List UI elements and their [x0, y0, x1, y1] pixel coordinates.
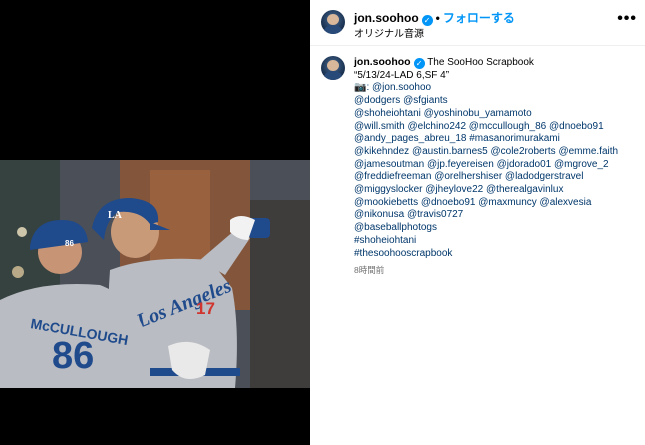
caption-line[interactable]: @mookiebetts @dnoebo91 @maxmuncy @alexve… — [354, 197, 639, 210]
caption-title: The SooHoo Scrapbook — [427, 57, 534, 68]
caption-line: “5/13/24-LAD 6,SF 4” — [354, 69, 450, 81]
caption-line[interactable]: @miggyslocker @jheylove22 @therealgavinl… — [354, 184, 639, 197]
post-media[interactable]: LA Los Angeles 17 86 McCULLOUGH 86 — [0, 0, 310, 445]
caption-line[interactable]: @will.smith @elchino242 @mccullough_86 @… — [354, 121, 639, 134]
post-sidebar: jon.soohoo ✓ • フォローする オリジナル音源 ••• jon.sooho… — [310, 0, 645, 445]
caption-hashtag[interactable]: #shoheiohtani — [354, 235, 639, 248]
header-user-row: jon.soohoo ✓ • フォローする — [354, 9, 515, 26]
post-photo[interactable]: LA Los Angeles 17 86 McCULLOUGH 86 — [0, 160, 310, 388]
photo-illustration: LA Los Angeles 17 86 McCULLOUGH 86 — [0, 160, 310, 388]
caption-line[interactable]: 📷: @jon.soohoo — [354, 82, 639, 95]
separator-dot: • — [435, 11, 440, 25]
header-username[interactable]: jon.soohoo — [354, 11, 419, 25]
caption-line[interactable]: @shoheiohtani @yoshinobu_yamamoto — [354, 108, 639, 121]
post-header: jon.soohoo ✓ • フォローする オリジナル音源 ••• — [310, 0, 645, 46]
more-horizontal-icon[interactable]: ••• — [617, 10, 637, 28]
verified-badge-icon: ✓ — [413, 58, 425, 69]
coach-jersey-number: 86 — [52, 335, 94, 377]
caption-line[interactable]: @andy_pages_abreu_18 #masanorimurakami — [354, 133, 639, 146]
caption-line[interactable]: @freddiefreeman @orelhershiser @ladodger… — [354, 171, 639, 184]
caption-line[interactable]: @baseballphotogs — [354, 222, 639, 235]
caption-line[interactable]: @nikonusa @travis0727 — [354, 209, 639, 222]
audio-link[interactable]: オリジナル音源 — [354, 25, 424, 40]
caption-line[interactable]: @kikehndez @austin.barnes5 @cole2roberts… — [354, 146, 639, 159]
caption-avatar[interactable] — [321, 56, 345, 80]
caption-body: jon.soohoo ✓ The SooHoo Scrapbook “5/13/2… — [354, 56, 639, 277]
coach-helmet-number: 86 — [65, 239, 74, 248]
follow-button[interactable]: フォローする — [443, 11, 515, 25]
caption-hashtag[interactable]: #thesoohooscrapbook — [354, 248, 639, 261]
caption-username[interactable]: jon.soohoo — [354, 56, 411, 68]
caption-line[interactable]: @jamesoutman @jp.feyereisen @jdorado01 @… — [354, 159, 639, 172]
avatar[interactable] — [321, 10, 345, 34]
helmet-logo: LA — [108, 210, 123, 221]
player-jersey-number: 17 — [196, 299, 215, 318]
post-timestamp[interactable]: 8時間前 — [354, 264, 639, 277]
caption-line[interactable]: @dodgers @sfgiants — [354, 95, 639, 108]
